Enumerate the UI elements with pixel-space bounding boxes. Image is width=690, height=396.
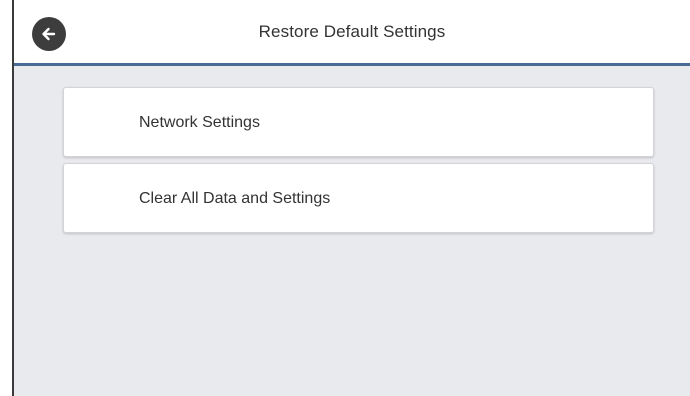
menu-item-label: Clear All Data and Settings <box>139 190 331 207</box>
printer-screen: Restore Default Settings Network Setting… <box>12 0 690 396</box>
header-bar: Restore Default Settings <box>14 0 690 66</box>
settings-menu-list: Network Settings Clear All Data and Sett… <box>63 87 654 239</box>
menu-item-network-settings[interactable]: Network Settings <box>63 87 654 157</box>
menu-item-clear-all-data[interactable]: Clear All Data and Settings <box>63 163 654 233</box>
menu-item-label: Network Settings <box>139 114 260 131</box>
page-title: Restore Default Settings <box>258 22 446 41</box>
